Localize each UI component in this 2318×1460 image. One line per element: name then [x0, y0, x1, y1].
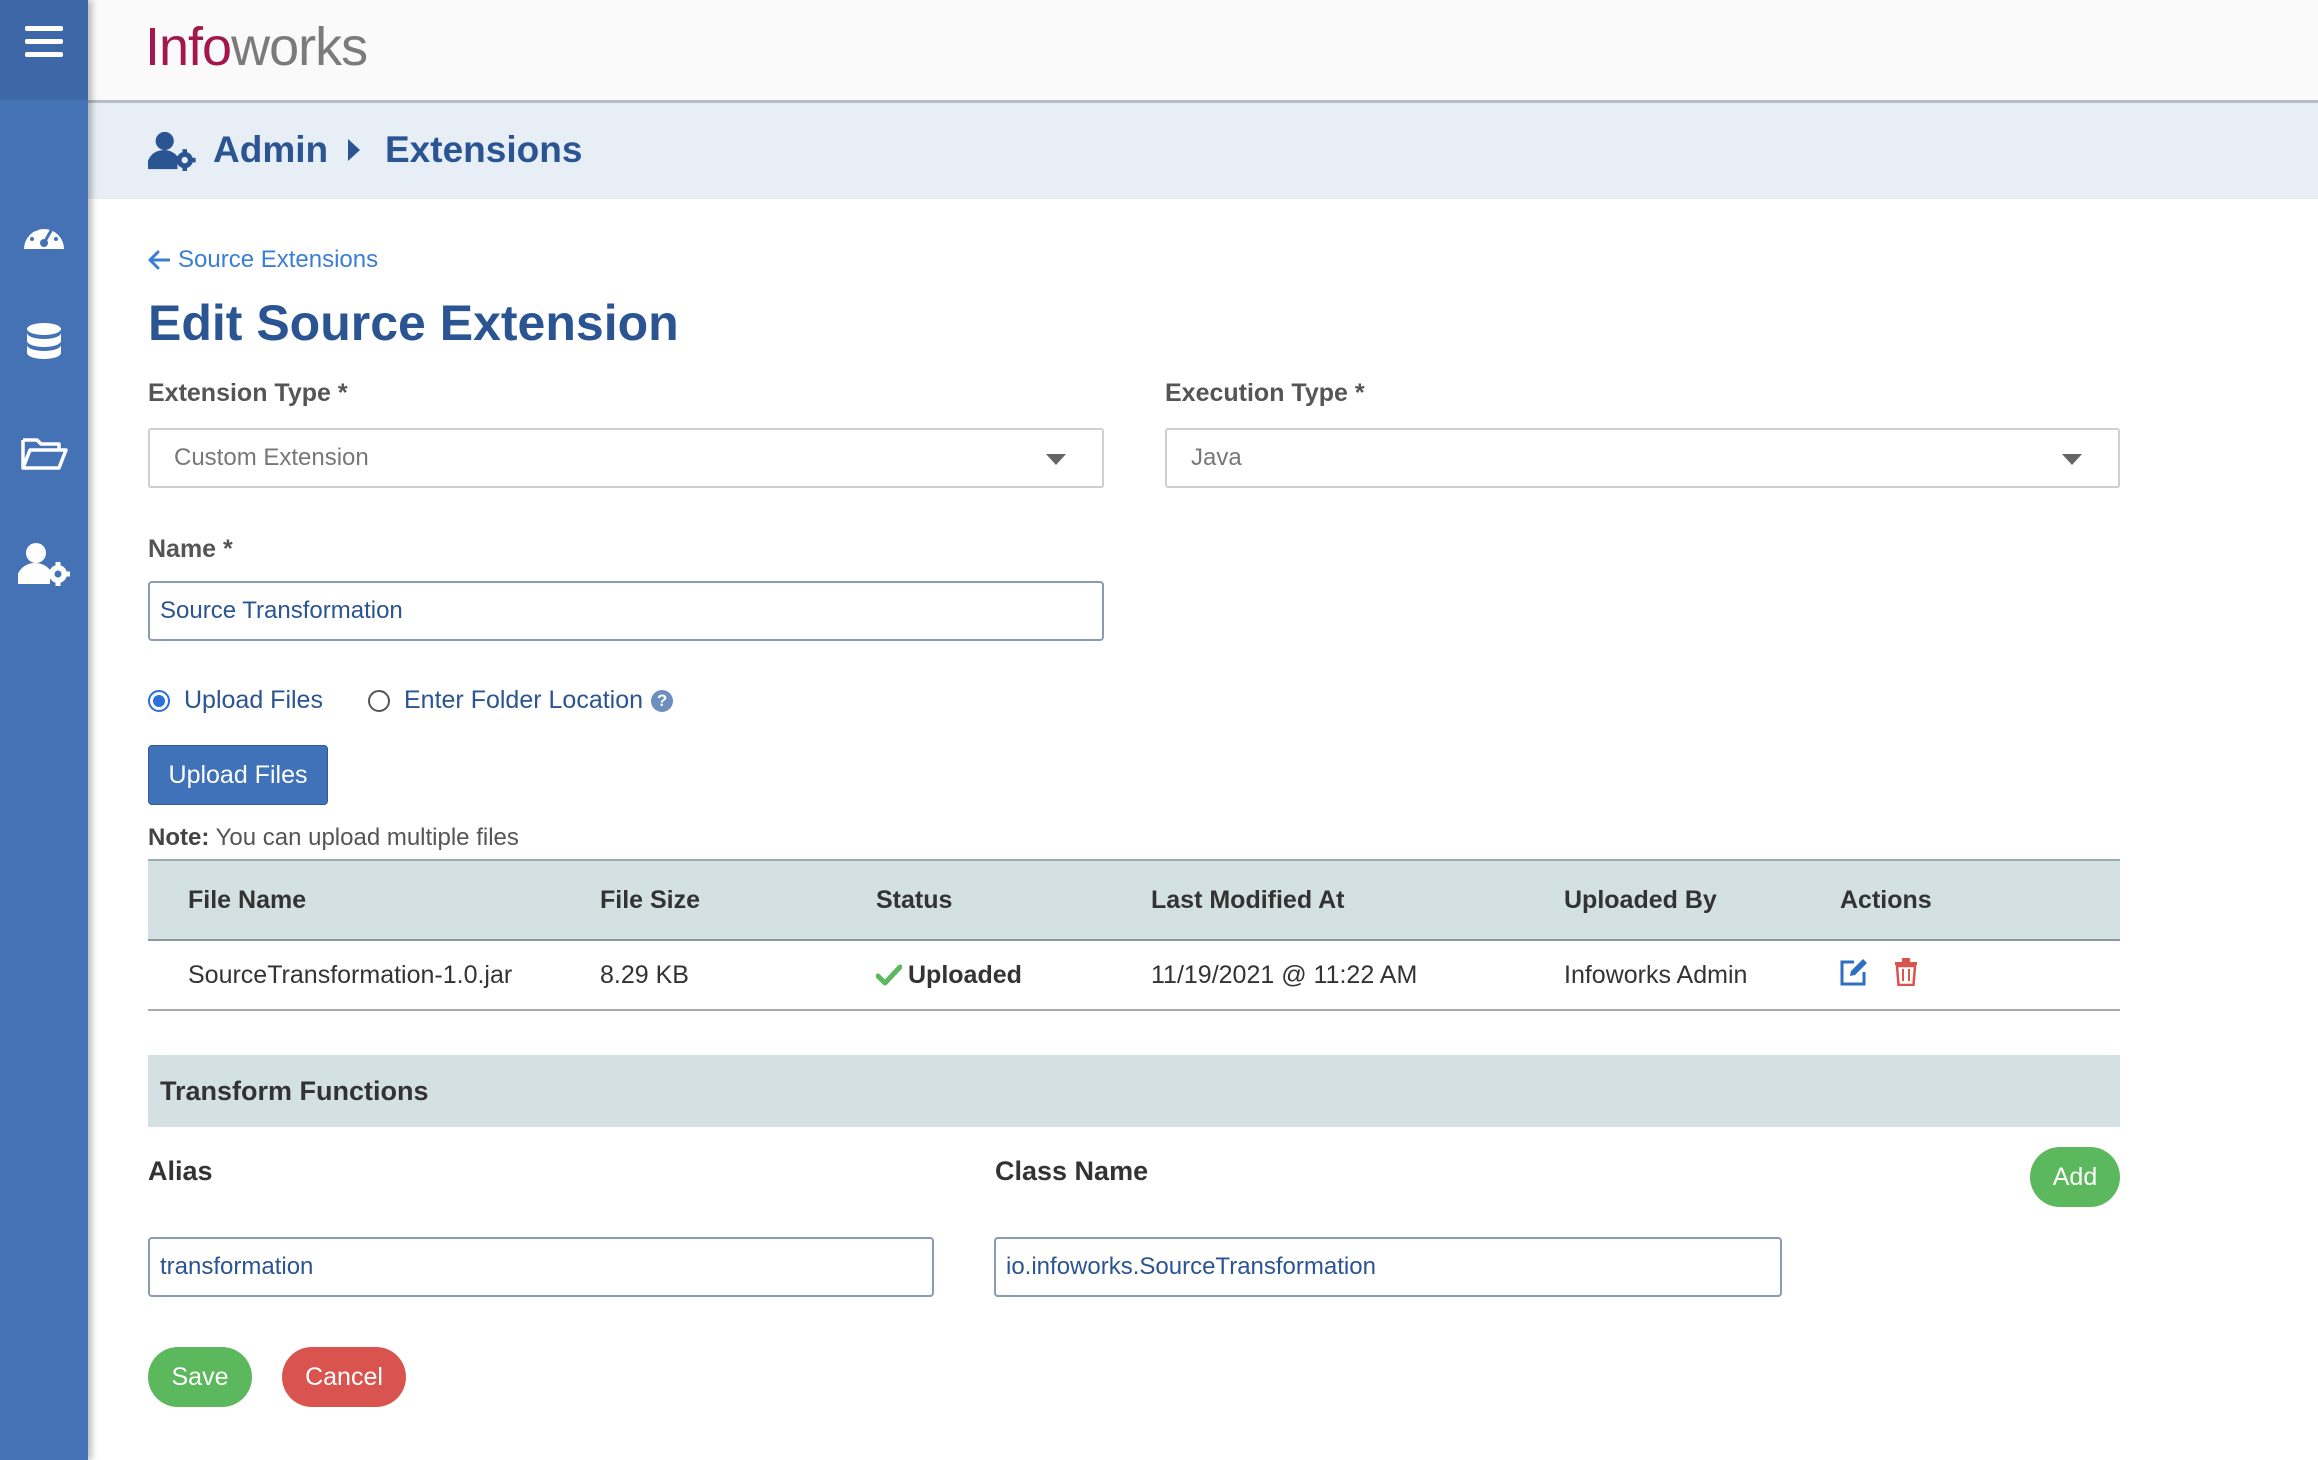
execution-type-label: Execution Type *	[1165, 379, 1365, 407]
status-cell: Uploaded	[876, 941, 1022, 1009]
logo-text-info: Info	[145, 17, 232, 77]
help-icon[interactable]: ?	[651, 689, 674, 712]
extension-type-label: Extension Type *	[148, 379, 348, 407]
breadcrumb-extensions: Extensions	[385, 129, 583, 170]
execution-type-value: Java	[1191, 444, 1242, 471]
database-icon[interactable]	[0, 322, 88, 366]
menu-toggle[interactable]	[0, 0, 88, 100]
chevron-right-icon	[346, 137, 362, 168]
class-name-label: Class Name	[995, 1156, 1149, 1186]
sidebar	[0, 0, 88, 1460]
save-button[interactable]: Save	[148, 1347, 252, 1407]
header-file-name: File Name	[188, 885, 307, 914]
page-title: Edit Source Extension	[148, 295, 679, 351]
top-header: Infoworks	[88, 0, 2318, 103]
check-icon	[876, 964, 902, 986]
radio-button-checked[interactable]	[148, 689, 170, 712]
note-text: You can upload multiple files	[209, 824, 519, 851]
execution-type-select[interactable]: Java	[1165, 428, 2120, 488]
upload-files-button[interactable]: Upload Files	[148, 745, 328, 805]
dashboard-icon[interactable]	[0, 215, 88, 255]
infoworks-logo[interactable]: Infoworks	[145, 14, 368, 80]
table-row: SourceTransformation-1.0.jar 8.29 KB Upl…	[148, 941, 2120, 1011]
radio-upload-files-label[interactable]: Upload Files	[184, 686, 323, 715]
edit-icon[interactable]	[1838, 957, 1870, 994]
radio-folder-location-label[interactable]: Enter Folder Location	[404, 686, 643, 715]
upload-note: Note: You can upload multiple files	[148, 824, 519, 852]
cancel-button[interactable]: Cancel	[282, 1347, 406, 1407]
uploaded-by-cell: Infoworks Admin	[1564, 960, 1748, 989]
actions-cell	[1838, 941, 1918, 1009]
logo-text-works: works	[231, 17, 368, 77]
alias-input-value: transformation	[160, 1253, 314, 1280]
header-file-size: File Size	[600, 885, 701, 914]
file-name-cell: SourceTransformation-1.0.jar	[188, 960, 513, 989]
alias-input[interactable]: transformation	[148, 1237, 934, 1297]
header-last-modified: Last Modified At	[1151, 885, 1345, 914]
name-label: Name *	[148, 535, 233, 563]
header-actions: Actions	[1840, 885, 1932, 914]
extension-type-value: Custom Extension	[174, 444, 369, 471]
file-size-cell: 8.29 KB	[600, 960, 689, 989]
note-label: Note:	[148, 824, 210, 851]
radio-folder-location[interactable]: Enter Folder Location ?	[368, 686, 674, 715]
add-button[interactable]: Add	[2030, 1147, 2120, 1207]
breadcrumb: Admin Extensions	[88, 103, 2318, 199]
name-input-value: Source Transformation	[160, 597, 403, 624]
extension-type-select[interactable]: Custom Extension	[148, 428, 1104, 488]
alias-label: Alias	[148, 1156, 213, 1186]
admin-settings-icon	[147, 131, 196, 176]
last-modified-cell: 11/19/2021 @ 11:22 AM	[1151, 960, 1418, 989]
chevron-down-icon	[1046, 454, 1066, 465]
folder-icon[interactable]	[0, 435, 88, 473]
admin-settings-icon[interactable]	[0, 542, 88, 586]
menu-icon[interactable]	[0, 24, 88, 60]
header-status: Status	[876, 885, 953, 914]
transform-functions-header: Transform Functions	[148, 1055, 2120, 1127]
radio-upload-files[interactable]: Upload Files	[148, 686, 323, 715]
files-table: File Name File Size Status Last Modified…	[148, 859, 2120, 1011]
status-text: Uploaded	[908, 960, 1022, 989]
chevron-down-icon	[2062, 454, 2082, 465]
arrow-left-icon	[148, 250, 170, 270]
radio-button[interactable]	[368, 689, 390, 712]
header-uploaded-by: Uploaded By	[1564, 885, 1717, 914]
back-link[interactable]: Source Extensions	[148, 246, 378, 274]
trash-icon[interactable]	[1894, 957, 1918, 993]
back-link-label[interactable]: Source Extensions	[178, 246, 378, 274]
name-input[interactable]: Source Transformation	[148, 581, 1104, 641]
table-header: File Name File Size Status Last Modified…	[148, 859, 2120, 941]
class-name-input[interactable]: io.infoworks.SourceTransformation	[994, 1237, 1782, 1297]
breadcrumb-admin[interactable]: Admin	[213, 129, 328, 171]
class-name-input-value: io.infoworks.SourceTransformation	[1006, 1253, 1376, 1280]
